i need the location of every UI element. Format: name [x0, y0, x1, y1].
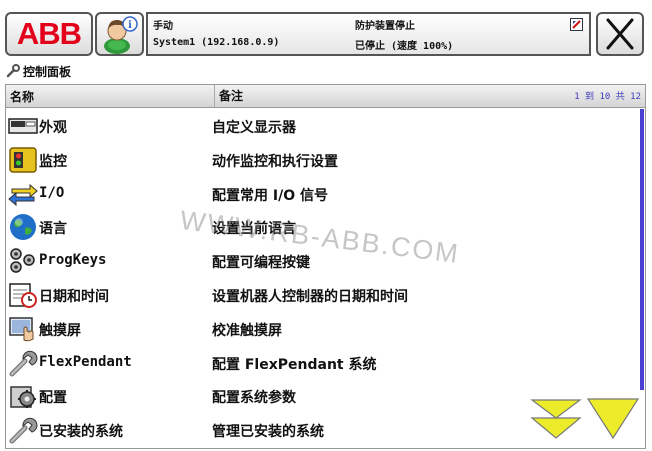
row-name: 语言	[39, 221, 67, 238]
row-desc: 配置 FlexPendant 系统	[212, 356, 377, 373]
triangle-down-icon	[586, 398, 640, 440]
row-name: ProgKeys	[39, 252, 107, 269]
config-gear-icon	[10, 386, 36, 409]
progkeys-icon	[10, 248, 35, 273]
control-panel-table: 名称 备注 1 到 10 共 12 外观 自定义显示器 监控 动作监控和执行设置	[5, 84, 646, 449]
column-header-name[interactable]: 名称	[10, 88, 34, 105]
row-desc: 设置当前语言	[212, 221, 296, 238]
event-log-icon	[570, 18, 583, 31]
operator-user-icon: i	[104, 16, 138, 54]
row-name: FlexPendant	[39, 353, 132, 370]
operating-mode: 手动	[153, 21, 173, 32]
row-desc: 自定义显示器	[212, 120, 296, 136]
wrench-icon	[6, 64, 20, 78]
paging-indicator: 1 到 10 共 12	[574, 92, 641, 102]
io-arrows-icon	[8, 183, 38, 206]
row-name: 监控	[39, 153, 67, 170]
row-date-time[interactable]: 日期和时间 设置机器人控制器的日期和时间	[6, 278, 640, 312]
system-name: System1 (192.168.0.9)	[153, 37, 280, 48]
calendar-clock-icon	[9, 283, 37, 308]
row-desc: 管理已安装的系统	[212, 424, 324, 441]
row-name: 配置	[39, 390, 67, 407]
row-desc: 校准触摸屏	[212, 322, 282, 339]
row-progkeys[interactable]: ProgKeys 配置可编程按键	[6, 244, 640, 278]
touchscreen-icon	[9, 317, 34, 342]
row-io[interactable]: I/O 配置常用 I/O 信号	[6, 177, 640, 211]
installed-system-icon	[9, 418, 38, 444]
page-title: 控制面板	[23, 64, 72, 79]
safety-state: 防护装置停止	[355, 21, 415, 32]
supervision-icon	[9, 147, 37, 173]
wrench-icon	[9, 350, 38, 377]
row-language[interactable]: 语言 设置当前语言	[6, 210, 640, 244]
column-header-note[interactable]: 备注	[214, 85, 243, 107]
row-name: 日期和时间	[39, 288, 109, 305]
display-icon	[8, 118, 38, 134]
row-appearance[interactable]: 外观 自定义显示器	[6, 109, 640, 143]
row-name: 触摸屏	[39, 322, 81, 339]
scroll-to-end-button[interactable]	[586, 396, 640, 440]
row-supervision[interactable]: 监控 动作监控和执行设置	[6, 143, 640, 177]
table-header: 名称 备注 1 到 10 共 12	[6, 85, 645, 108]
row-flexpendant[interactable]: FlexPendant 配置 FlexPendant 系统	[6, 346, 640, 380]
row-desc: 配置可编程按键	[212, 255, 310, 272]
motion-state: 已停止 (速度 100%)	[355, 41, 454, 52]
svg-text:i: i	[128, 20, 132, 31]
page-down-button[interactable]	[529, 396, 583, 440]
row-desc: 配置系统参数	[212, 390, 296, 407]
row-name: I/O	[39, 184, 65, 201]
close-icon	[606, 18, 634, 50]
row-name: 已安装的系统	[39, 424, 123, 441]
breadcrumb: 控制面板	[6, 62, 71, 80]
row-desc: 配置常用 I/O 信号	[212, 187, 328, 204]
abb-menu-button[interactable]: ABB	[5, 12, 93, 56]
row-desc: 设置机器人控制器的日期和时间	[212, 288, 408, 305]
globe-icon	[10, 214, 36, 241]
chevron-double-down-icon	[530, 399, 582, 439]
top-bar: ABB i 手动 System1 (192.168.0.9) 防护装置停止 已停…	[0, 0, 652, 60]
abb-logo: ABB	[16, 16, 82, 51]
status-bar[interactable]: 手动 System1 (192.168.0.9) 防护装置停止 已停止 (速度 …	[146, 12, 591, 56]
row-name: 外观	[39, 120, 67, 136]
scrollbar-thumb[interactable]	[640, 109, 644, 390]
operator-window-button[interactable]: i	[95, 12, 144, 56]
row-touchscreen[interactable]: 触摸屏 校准触摸屏	[6, 312, 640, 346]
row-desc: 动作监控和执行设置	[212, 153, 338, 170]
close-button[interactable]	[596, 12, 644, 56]
